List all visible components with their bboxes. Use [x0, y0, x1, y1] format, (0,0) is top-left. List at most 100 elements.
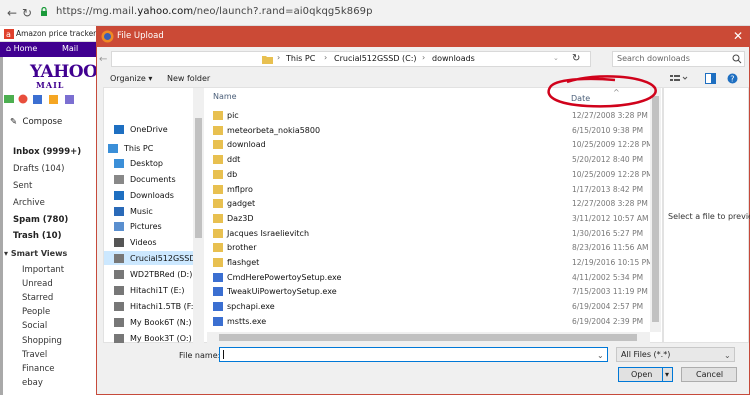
preview-message: Select a file to preview. — [668, 212, 750, 221]
nav-scrollbar[interactable] — [193, 88, 204, 344]
back-arrow-icon[interactable]: ← — [99, 54, 107, 65]
nav-item-label: This PC — [124, 144, 154, 153]
nav-item-label: My Book6T (N:) — [130, 318, 192, 327]
file-row[interactable]: flashget 12/19/2016 10:15 PM — [207, 257, 653, 270]
desktop-icon — [114, 159, 124, 168]
file-row[interactable]: db 10/25/2009 12:28 PM — [207, 169, 653, 182]
pictures-icon — [114, 222, 124, 231]
open-dropdown-icon[interactable]: ▾ — [665, 370, 669, 379]
folder-spam[interactable]: Spam (780) — [13, 215, 68, 225]
dialog-title-bar[interactable]: File Upload ✕ — [97, 27, 749, 47]
smart-view-starred[interactable]: Starred — [22, 293, 53, 303]
reload-icon[interactable]: ↻ — [22, 6, 32, 20]
file-row[interactable]: Daz3D 3/11/2012 10:57 AM — [207, 213, 648, 226]
help-icon[interactable]: ? — [727, 73, 738, 84]
file-row[interactable]: CmdHerePowertoySetup.exe 4/11/2002 5:34 P… — [207, 272, 647, 285]
home-link[interactable]: ⌂ Home — [6, 44, 37, 53]
folder-sent[interactable]: Sent — [13, 181, 32, 191]
file-row[interactable]: Jacques Israelievitch 1/30/2016 5:27 PM — [207, 228, 647, 241]
cancel-button[interactable]: Cancel — [681, 367, 737, 382]
back-icon[interactable]: ← — [7, 6, 17, 20]
documents-icon — [114, 175, 124, 184]
svg-text:?: ? — [730, 75, 734, 84]
messenger-icon — [65, 95, 74, 104]
nav-item-label: Music — [130, 207, 153, 216]
column-header-name[interactable]: Name — [213, 92, 237, 101]
window-edge — [0, 0, 3, 395]
open-button[interactable]: Open ▾ — [618, 367, 673, 382]
folder-archive[interactable]: Archive — [13, 198, 45, 208]
file-row[interactable]: brother 8/23/2016 11:56 AM — [207, 242, 648, 255]
file-browser-pane: OneDrive This PC Desktop Documents Downloads… — [103, 87, 664, 344]
smart-view-ebay[interactable]: ebay — [22, 378, 43, 388]
nav-item-label: Downloads — [130, 191, 174, 200]
folder-drafts[interactable]: Drafts (104) — [13, 164, 64, 174]
file-row[interactable]: mflpro 1/17/2013 8:42 PM — [207, 184, 647, 197]
preview-pane: Select a file to preview. — [663, 87, 750, 343]
close-icon[interactable]: ✕ — [733, 29, 743, 43]
breadcrumb-drive[interactable]: Crucial512GSSD (C:) — [334, 54, 417, 63]
file-row[interactable]: download 10/25/2009 12:28 PM — [207, 139, 653, 152]
smart-view-shopping[interactable]: Shopping — [22, 336, 62, 346]
firefox-icon — [101, 30, 114, 43]
calendar-icon — [33, 95, 42, 104]
nav-item-label: Hitachi1.5TB (F:) — [130, 302, 197, 311]
compose-button[interactable]: ✎ Compose — [10, 117, 62, 127]
drive-icon — [114, 286, 124, 295]
folder-icon — [262, 56, 273, 64]
amazon-favicon-icon: a — [4, 29, 14, 39]
exe-icon — [213, 287, 223, 297]
dialog-footer: File name: ⌄ All Files (*.*) ⌄ Open ▾ Ca… — [97, 345, 749, 395]
view-options-icon[interactable] — [670, 74, 690, 84]
file-list-horizontal-scrollbar[interactable] — [207, 332, 650, 343]
chevron-down-icon[interactable]: ⌄ — [553, 54, 559, 62]
preview-pane-icon[interactable] — [705, 73, 716, 84]
search-box[interactable]: Search downloads — [612, 51, 745, 67]
file-date: 12/27/2008 3:28 PM — [572, 199, 648, 209]
smart-view-travel[interactable]: Travel — [22, 350, 47, 360]
breadcrumb-this-pc[interactable]: This PC — [286, 54, 315, 63]
file-name: gadget — [227, 199, 256, 209]
exe-icon — [213, 316, 223, 326]
svg-text:a: a — [6, 30, 11, 39]
file-row[interactable]: ddt 5/20/2012 8:40 PM — [207, 154, 647, 167]
smart-view-finance[interactable]: Finance — [22, 364, 55, 374]
smart-view-important[interactable]: Important — [22, 265, 64, 275]
file-row[interactable]: meteorbeta_nokia5800 6/15/2010 9:38 PM — [207, 125, 647, 138]
breadcrumb-downloads[interactable]: downloads — [432, 54, 475, 63]
drive-icon — [114, 302, 124, 311]
file-type-select[interactable]: All Files (*.*) ⌄ — [616, 347, 735, 362]
file-list-vertical-scrollbar[interactable] — [650, 88, 661, 332]
folder-icon — [213, 155, 223, 165]
file-row[interactable]: gadget 12/27/2008 3:28 PM — [207, 198, 648, 211]
smart-view-people[interactable]: People — [22, 307, 50, 317]
file-name: flashget — [227, 258, 260, 267]
bookmark-item[interactable]: a Amazon price tracker, ... — [0, 26, 108, 42]
notepad-icon — [49, 95, 58, 104]
file-row[interactable]: TweakUiPowertoySetup.exe 7/15/2003 11:19 … — [207, 286, 648, 299]
folder-icon — [213, 213, 223, 223]
yahoo-mail-logo[interactable]: YAHOO! MAIL — [30, 62, 105, 90]
folder-icon — [213, 140, 223, 150]
smart-view-unread[interactable]: Unread — [22, 279, 53, 289]
nav-item[interactable]: Crucial512GSSD — [104, 251, 195, 265]
chevron-down-icon[interactable]: ⌄ — [597, 351, 604, 360]
refresh-icon[interactable]: ↻ — [572, 53, 580, 64]
file-row[interactable]: spchapi.exe 6/19/2004 2:57 PM — [207, 301, 647, 314]
folder-trash[interactable]: Trash (10) — [13, 231, 61, 241]
folder-inbox[interactable]: Inbox (9999+) — [13, 147, 81, 157]
search-input[interactable]: Search downloads — [617, 54, 690, 63]
address-bar[interactable]: ← › This PC › Crucial512GSSD (C:) › down… — [99, 51, 591, 67]
smart-views-header[interactable]: ▾ Smart Views — [4, 249, 67, 258]
new-folder-button[interactable]: New folder — [167, 74, 210, 83]
file-list: Name ^ Date pic 12/27/2008 3:28 PM meteorb… — [207, 88, 664, 344]
url-text[interactable]: https://mg.mail.yahoo.com/neo/launch?.ra… — [56, 6, 373, 17]
smart-view-social[interactable]: Social — [22, 321, 47, 331]
file-name-input[interactable]: ⌄ — [219, 347, 608, 362]
file-row[interactable]: mstts.exe 6/19/2004 2:39 PM — [207, 316, 647, 329]
annotation-circle — [547, 75, 657, 108]
file-name: Jacques Israelievitch — [227, 228, 310, 238]
folder-icon — [213, 169, 223, 179]
organize-button[interactable]: Organize ▾ — [110, 74, 152, 83]
mail-link[interactable]: Mail — [62, 44, 78, 53]
